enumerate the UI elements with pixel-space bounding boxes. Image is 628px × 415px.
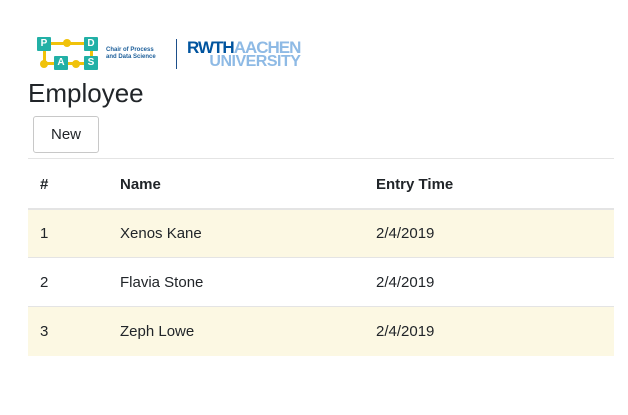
pads-caption: Chair of Process and Data Science: [106, 47, 170, 61]
entry-time: 2/4/2019: [376, 208, 614, 258]
row-number: 1: [28, 208, 120, 258]
pads-caption-line2: and Data Science: [106, 54, 156, 60]
entry-time: 2/4/2019: [376, 257, 614, 307]
table-row[interactable]: 3 Zeph Lowe 2/4/2019: [28, 306, 614, 356]
logo-divider: [176, 39, 177, 69]
entry-time: 2/4/2019: [376, 306, 614, 356]
employee-name: Flavia Stone: [120, 257, 376, 307]
table-row[interactable]: 2 Flavia Stone 2/4/2019: [28, 257, 614, 307]
pads-logo: P D A S: [36, 36, 102, 72]
column-header-number: #: [28, 158, 120, 210]
column-header-name: Name: [120, 158, 376, 210]
row-number: 2: [28, 257, 120, 307]
employee-name: Zeph Lowe: [120, 306, 376, 356]
university-text: UNIVERSITY: [209, 52, 301, 70]
pads-tile-p: P: [37, 37, 51, 51]
new-button[interactable]: New: [33, 116, 99, 153]
table-row[interactable]: 1 Xenos Kane 2/4/2019: [28, 208, 614, 258]
table-header-row: # Name Entry Time: [28, 158, 614, 210]
employee-table: # Name Entry Time 1 Xenos Kane 2/4/2019 …: [28, 158, 614, 356]
row-number: 3: [28, 306, 120, 356]
rwth-logo: RWTH AACHEN UNIVERSITY: [187, 39, 301, 70]
header-logos: P D A S Chair of Process and Data Scienc…: [36, 36, 301, 72]
pads-tile-s: S: [84, 56, 98, 70]
employee-name: Xenos Kane: [120, 208, 376, 258]
pads-tile-d: D: [84, 37, 98, 51]
pads-caption-line1: Chair of Process: [106, 47, 154, 53]
column-header-entry-time: Entry Time: [376, 158, 614, 210]
page-title: Employee: [28, 78, 144, 108]
pads-tile-a: A: [54, 56, 68, 70]
